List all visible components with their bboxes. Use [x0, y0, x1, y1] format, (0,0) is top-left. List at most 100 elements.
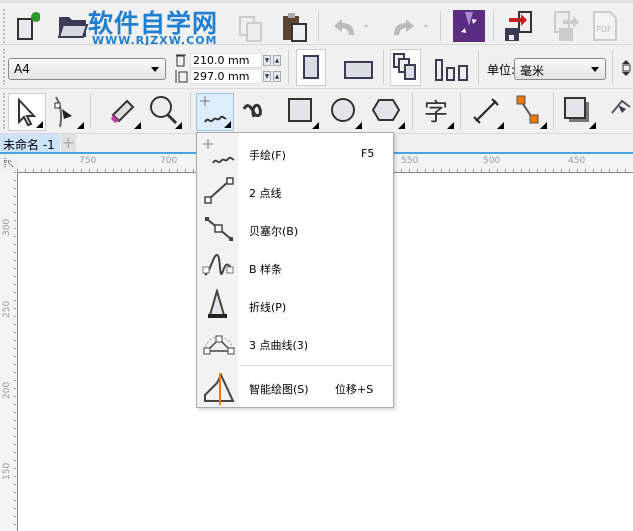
menu-item-2-point-line[interactable]: 2 点线 — [197, 172, 393, 210]
separator — [412, 93, 413, 129]
menu-item-shortcut: F5 — [361, 147, 375, 160]
property-bar: A4 210.0 mm 297.0 mm ▼ ▲ ▼ ▲ 单位: 毫米 — [0, 45, 633, 89]
svg-text:字: 字 — [424, 98, 448, 126]
menu-item-freehand[interactable]: 手绘(F) F5 — [197, 134, 393, 172]
toolbar-grip[interactable] — [3, 9, 5, 43]
current-page-button[interactable] — [434, 58, 470, 82]
ellipse-tool[interactable] — [326, 93, 364, 131]
menu-item-label: 手绘(F) — [249, 149, 286, 162]
ruler-label: 500 — [483, 156, 501, 166]
menu-item-label: 2 点线 — [249, 187, 282, 200]
paste-icon[interactable] — [281, 11, 309, 43]
pick-tool[interactable] — [8, 93, 46, 131]
smart-drawing-icon — [204, 372, 235, 405]
chevron-down-icon — [151, 67, 159, 72]
ruler-label: 550 — [401, 156, 419, 166]
open-folder-icon[interactable] — [57, 13, 89, 39]
toolbar-grip[interactable] — [3, 93, 5, 129]
crop-eraser-tool[interactable] — [105, 93, 143, 131]
standard-toolbar: 软件自学网 WWW.RJZXW.COM PDF — [0, 0, 633, 47]
corel-launcher-icon[interactable] — [453, 10, 485, 42]
eyedropper-tool[interactable] — [604, 93, 633, 131]
bezier-icon — [205, 217, 233, 241]
tab-document[interactable]: 未命名 -1 — [0, 134, 60, 153]
menu-item-label: 智能绘图(S) — [249, 383, 309, 396]
ruler-label: 450 — [568, 156, 586, 166]
ruler-label: 150 — [2, 462, 12, 480]
three-point-curve-icon — [203, 335, 235, 355]
menu-item-b-spline[interactable]: B 样条 — [197, 248, 393, 286]
toolbar-grip[interactable] — [3, 49, 5, 85]
ruler-label: 300 — [2, 218, 12, 236]
shape-tool[interactable] — [48, 93, 86, 131]
menu-item-polyline[interactable]: 折线(P) — [197, 286, 393, 324]
width-increment[interactable]: ▲ — [273, 55, 281, 66]
page-size-dropdown[interactable]: A4 — [8, 58, 166, 80]
svg-text:PDF: PDF — [596, 25, 612, 34]
flyout-icon — [355, 122, 362, 129]
flyout-icon — [589, 122, 596, 129]
curve-tools-flyout: 手绘(F) F5 2 点线 贝塞尔(B) B 样条 折线(P) 3 点曲线(3)… — [196, 132, 394, 408]
flyout-icon — [134, 122, 141, 129]
publish-pdf-icon[interactable]: PDF — [590, 10, 622, 42]
units-value: 毫米 — [520, 64, 545, 78]
copy-icon[interactable] — [238, 15, 264, 43]
flyout-icon — [540, 122, 547, 129]
undo-icon[interactable] — [330, 17, 370, 39]
new-document-icon[interactable] — [14, 11, 40, 41]
menu-item-label: 3 点曲线(3) — [249, 339, 309, 352]
toolbox: 字 — [0, 89, 633, 134]
freehand-tool[interactable] — [196, 93, 234, 131]
separator — [288, 50, 289, 84]
width-decrement[interactable]: ▼ — [263, 55, 271, 66]
height-decrement[interactable]: ▼ — [263, 71, 271, 82]
height-increment[interactable]: ▲ — [273, 71, 281, 82]
menu-item-3-point-curve[interactable]: 3 点曲线(3) — [197, 324, 393, 362]
connector-tool[interactable] — [511, 93, 549, 131]
menu-item-shortcut: 位移+S — [335, 383, 374, 396]
portrait-icon — [303, 55, 319, 79]
drop-shadow-tool[interactable] — [560, 93, 598, 131]
menu-item-label: 折线(P) — [249, 301, 287, 314]
flyout-icon — [398, 122, 405, 129]
separator — [460, 93, 461, 129]
flyout-icon — [77, 122, 84, 129]
text-tool[interactable]: 字 — [418, 93, 456, 131]
nudge-icon[interactable] — [620, 60, 633, 76]
zoom-tool[interactable] — [146, 93, 184, 131]
export-icon[interactable] — [547, 10, 581, 42]
page-width-icon — [176, 54, 186, 67]
redo-icon[interactable] — [390, 17, 430, 39]
flyout-icon — [447, 122, 454, 129]
add-tab-button[interactable]: + — [61, 134, 76, 153]
eyedropper-icon — [611, 99, 631, 114]
separator — [383, 50, 384, 84]
chevron-down-icon — [591, 67, 599, 72]
separator — [190, 93, 191, 129]
vertical-ruler[interactable]: 300 250 200 150 — [0, 172, 17, 531]
separator — [493, 11, 494, 41]
freehand-icon — [203, 139, 235, 164]
units-dropdown[interactable]: 毫米 — [514, 58, 606, 80]
artistic-media-tool[interactable] — [240, 93, 278, 131]
menu-item-label: B 样条 — [249, 263, 283, 276]
menu-item-smart-drawing[interactable]: 智能绘图(S) 位移+S — [197, 368, 393, 406]
ruler-label: 750 — [79, 156, 97, 166]
import-icon[interactable] — [503, 10, 537, 42]
separator — [478, 50, 479, 84]
menu-separator — [241, 365, 391, 366]
page-width-input[interactable]: 210.0 mm — [190, 53, 262, 68]
separator — [440, 11, 441, 41]
ruler-label: 250 — [2, 300, 12, 318]
menu-item-bezier[interactable]: 贝塞尔(B) — [197, 210, 393, 248]
flyout-icon — [175, 122, 182, 129]
landscape-button[interactable] — [343, 59, 375, 81]
portrait-button[interactable] — [296, 49, 326, 86]
dimension-tool[interactable] — [468, 93, 506, 131]
ruler-origin-icon[interactable] — [3, 157, 15, 169]
polygon-tool[interactable] — [369, 93, 407, 131]
rectangle-tool[interactable] — [283, 93, 321, 131]
pages-icon — [393, 53, 416, 80]
all-pages-button[interactable] — [390, 49, 421, 86]
page-height-input[interactable]: 297.0 mm — [190, 69, 262, 84]
